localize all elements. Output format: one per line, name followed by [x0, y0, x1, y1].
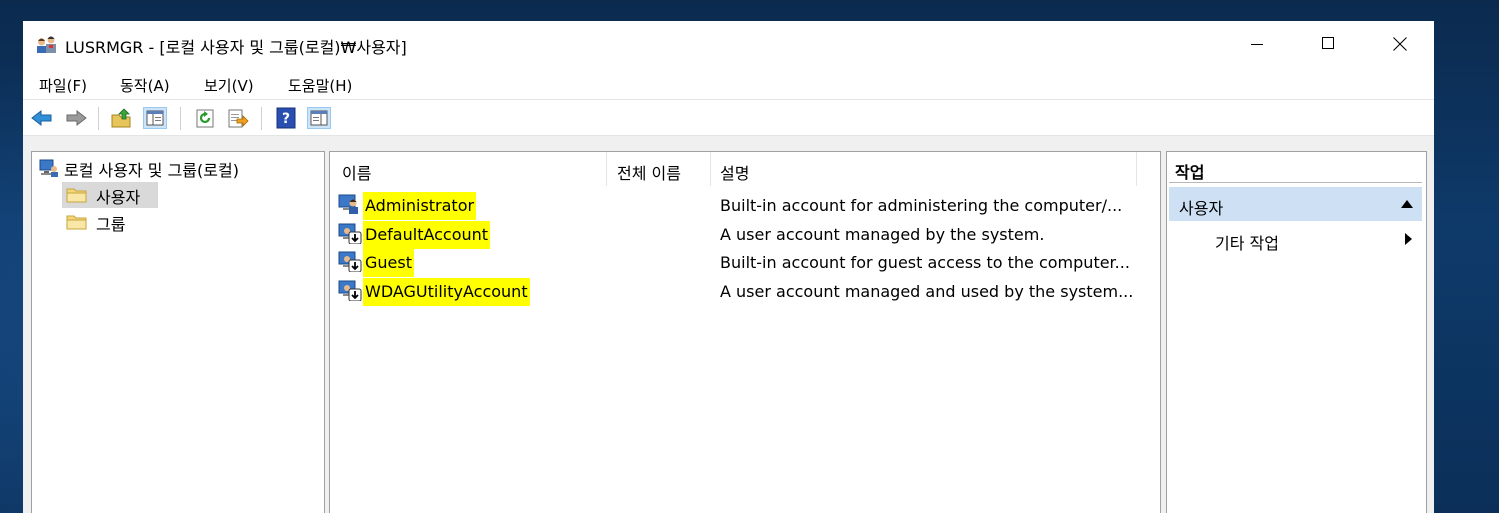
- user-name: WDAGUtilityAccount: [363, 278, 530, 306]
- console-content: 로컬 사용자 및 그룹(로컬) 사용자 그룹 이름 전체 이름 설명 Admin…: [23, 136, 1434, 513]
- refresh-icon: [196, 109, 214, 128]
- user-name: Guest: [363, 249, 414, 277]
- help-button[interactable]: ?: [274, 107, 298, 129]
- disabled-user-icon: [338, 280, 362, 301]
- column-divider[interactable]: [1136, 152, 1137, 186]
- folder-icon: [66, 215, 87, 230]
- result-list: 이름 전체 이름 설명 Administrator Built-in accou…: [329, 151, 1161, 513]
- forward-button[interactable]: [64, 107, 88, 129]
- tree-item-groups-label: 그룹: [96, 215, 126, 234]
- action-pane-header: 작업: [1169, 154, 1422, 183]
- close-button[interactable]: [1364, 21, 1434, 67]
- forward-icon: [66, 109, 87, 127]
- column-header-fullname[interactable]: 전체 이름: [611, 152, 709, 186]
- mmc-window: LUSRMGR - [로컬 사용자 및 그룹(로컬)₩사용자] 파일(F) 동작…: [23, 21, 1434, 513]
- user-description: A user account managed and used by the s…: [720, 282, 1134, 301]
- folder-icon: [66, 188, 87, 203]
- up-folder-icon: [111, 108, 131, 128]
- maximize-icon: [1322, 37, 1334, 49]
- toolbar-separator: [98, 107, 99, 130]
- disabled-user-icon: [338, 251, 362, 272]
- action-more-actions-label: 기타 작업: [1215, 234, 1279, 253]
- column-divider[interactable]: [710, 152, 711, 186]
- back-button[interactable]: [30, 107, 54, 129]
- column-divider[interactable]: [606, 152, 607, 186]
- maximize-button[interactable]: [1293, 21, 1363, 67]
- column-header-description[interactable]: 설명: [714, 152, 1134, 186]
- up-folder-button[interactable]: [110, 107, 134, 129]
- table-row[interactable]: Guest Built-in account for guest access …: [330, 248, 1158, 277]
- user-icon: [338, 194, 358, 214]
- users-mmc-icon: [37, 36, 56, 53]
- menu-bar: 파일(F) 동작(A) 보기(V) 도움말(H): [23, 67, 1434, 100]
- svg-text:?: ?: [282, 111, 290, 127]
- table-row[interactable]: Administrator Built-in account for admin…: [330, 191, 1158, 220]
- table-row[interactable]: DefaultAccount A user account managed by…: [330, 220, 1158, 249]
- export-list-button[interactable]: [226, 107, 250, 129]
- close-icon: [1393, 37, 1407, 51]
- menu-view[interactable]: 보기(V): [204, 75, 254, 96]
- submenu-arrow-icon: [1405, 233, 1412, 245]
- user-description: Built-in account for administering the c…: [720, 196, 1123, 215]
- refresh-button[interactable]: [193, 107, 217, 129]
- action-pane: 작업 사용자 기타 작업: [1166, 151, 1427, 513]
- action-section-label: 사용자: [1179, 199, 1224, 218]
- show-hide-action-pane-icon: [310, 110, 328, 126]
- tree-item-users-label: 사용자: [96, 188, 141, 207]
- back-icon: [31, 109, 52, 127]
- action-section-users[interactable]: 사용자: [1169, 187, 1422, 221]
- toolbar-separator: [261, 107, 262, 130]
- tree-root-label: 로컬 사용자 및 그룹(로컬): [64, 161, 239, 180]
- show-hide-action-pane-button[interactable]: [307, 107, 331, 129]
- action-pane-title: 작업: [1175, 163, 1205, 182]
- user-name: Administrator: [363, 192, 477, 220]
- menu-action[interactable]: 동작(A): [120, 75, 170, 96]
- menu-file[interactable]: 파일(F): [39, 75, 87, 96]
- user-name: DefaultAccount: [363, 221, 491, 249]
- window-title: LUSRMGR - [로컬 사용자 및 그룹(로컬)₩사용자]: [65, 38, 407, 57]
- column-header-name[interactable]: 이름: [336, 152, 606, 186]
- local-users-groups-icon: [39, 159, 58, 177]
- disabled-user-icon: [338, 223, 362, 244]
- user-description: Built-in account for guest access to the…: [720, 253, 1130, 272]
- export-list-icon: [228, 109, 249, 128]
- show-hide-tree-button[interactable]: [143, 107, 167, 129]
- toolbar-separator: [180, 107, 181, 130]
- user-description: A user account managed by the system.: [720, 225, 1045, 244]
- table-row[interactable]: WDAGUtilityAccount A user account manage…: [330, 277, 1158, 306]
- minimize-icon: [1251, 44, 1263, 45]
- toolbar: ?: [23, 100, 1434, 136]
- help-icon: ?: [276, 107, 296, 129]
- collapse-up-icon[interactable]: [1401, 200, 1413, 208]
- console-tree: 로컬 사용자 및 그룹(로컬) 사용자 그룹: [31, 151, 325, 513]
- show-hide-tree-icon: [146, 110, 164, 126]
- action-more-actions[interactable]: 기타 작업: [1169, 224, 1422, 254]
- minimize-button[interactable]: [1222, 21, 1292, 67]
- menu-help[interactable]: 도움말(H): [288, 75, 352, 96]
- title-bar[interactable]: LUSRMGR - [로컬 사용자 및 그룹(로컬)₩사용자]: [23, 21, 1434, 67]
